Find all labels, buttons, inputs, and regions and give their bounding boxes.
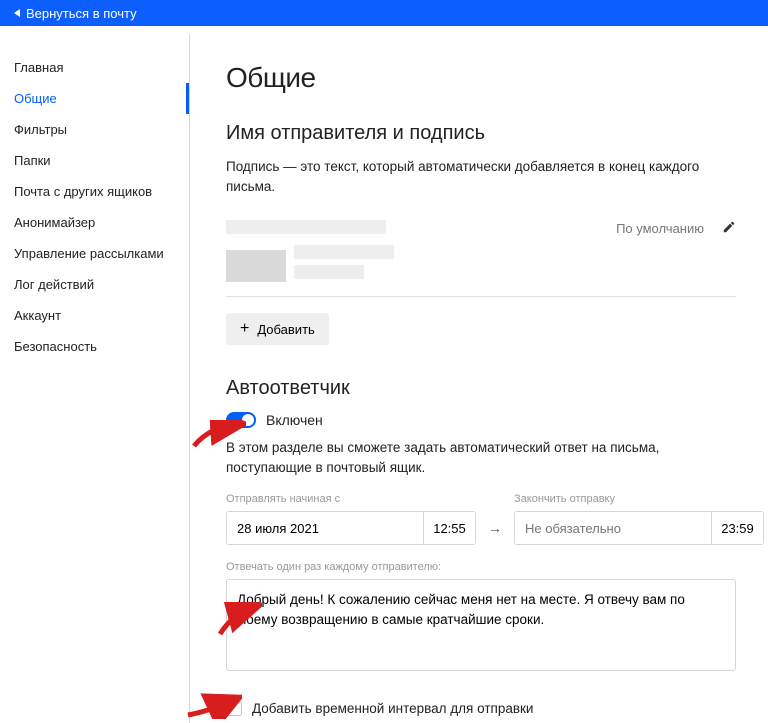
- end-time-input[interactable]: [711, 512, 763, 544]
- autoreply-heading: Автоответчик: [226, 377, 736, 400]
- signature-description: Подпись — это текст, который автоматичес…: [226, 157, 736, 196]
- sidebar-item-folders[interactable]: Папки: [0, 145, 189, 176]
- settings-sidebar: ГлавнаяОбщиеФильтрыПапкиПочта с других я…: [0, 34, 190, 723]
- back-label: Вернуться в почту: [26, 6, 137, 21]
- start-time-input[interactable]: [423, 512, 475, 544]
- interval-checkbox[interactable]: [226, 700, 242, 716]
- signature-card: По умолчанию: [226, 214, 736, 297]
- triangle-left-icon: [14, 9, 20, 17]
- start-date-label: Отправлять начиная с: [226, 493, 476, 505]
- start-date-input[interactable]: [227, 512, 423, 544]
- signature-preview: [226, 220, 394, 282]
- interval-checkbox-label: Добавить временной интервал для отправки: [252, 701, 533, 716]
- sidebar-item-main[interactable]: Главная: [0, 52, 189, 83]
- edit-signature-button[interactable]: [722, 220, 736, 237]
- arrow-right-icon: →: [488, 502, 502, 536]
- autoreply-toggle[interactable]: [226, 412, 256, 428]
- autoreply-description: В этом разделе вы сможете задать автомат…: [226, 438, 736, 477]
- sidebar-item-subs[interactable]: Управление рассылками: [0, 238, 189, 269]
- default-badge: По умолчанию: [616, 221, 704, 236]
- end-date-label: Закончить отправку: [514, 493, 764, 505]
- message-label: Отвечать один раз каждому отправителю:: [226, 561, 736, 573]
- page-title: Общие: [226, 62, 736, 94]
- autoreply-enabled-label: Включен: [266, 412, 323, 428]
- add-signature-button[interactable]: + Добавить: [226, 313, 329, 345]
- main-content: Общие Имя отправителя и подпись Подпись …: [190, 34, 768, 723]
- back-to-mail-link[interactable]: Вернуться в почту: [14, 6, 137, 21]
- add-signature-label: Добавить: [257, 322, 314, 337]
- pencil-icon: [722, 220, 736, 234]
- end-date-input[interactable]: [515, 512, 711, 544]
- autoreply-message-textarea[interactable]: [226, 579, 736, 671]
- sidebar-item-security[interactable]: Безопасность: [0, 331, 189, 362]
- signature-heading: Имя отправителя и подпись: [226, 122, 736, 145]
- sidebar-item-general[interactable]: Общие: [0, 83, 189, 114]
- sidebar-item-anon[interactable]: Анонимайзер: [0, 207, 189, 238]
- sidebar-item-log[interactable]: Лог действий: [0, 269, 189, 300]
- sidebar-item-filters[interactable]: Фильтры: [0, 114, 189, 145]
- sidebar-item-othermail[interactable]: Почта с других ящиков: [0, 176, 189, 207]
- plus-icon: +: [240, 321, 249, 337]
- sidebar-item-account[interactable]: Аккаунт: [0, 300, 189, 331]
